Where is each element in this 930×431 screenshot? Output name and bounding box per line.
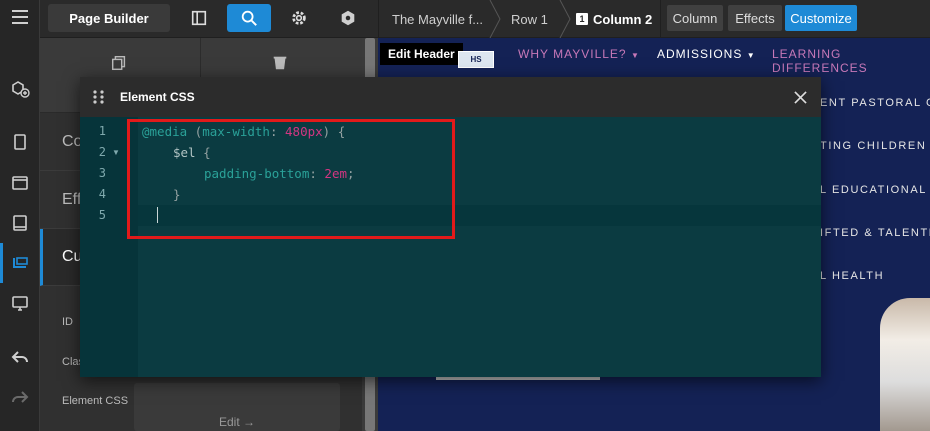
search-icon (241, 10, 257, 26)
menu-item[interactable]: TING CHILDREN & (820, 140, 930, 152)
fold-arrow-icon[interactable]: ▼ (112, 148, 120, 157)
close-button[interactable] (790, 87, 810, 107)
nav-learning-differences[interactable]: LEARNING DIFFERENCES (772, 47, 930, 75)
menu-item[interactable]: IFTED & TALENTE (820, 227, 930, 239)
close-icon (793, 90, 807, 104)
modal-title: Element CSS (120, 90, 195, 104)
edit-header-button[interactable]: Edit Header (380, 43, 463, 65)
gear-icon[interactable] (288, 7, 310, 29)
plugin-logo-icon[interactable] (337, 7, 359, 29)
breadcrumb-column-label: Column 2 (593, 11, 653, 27)
chevron-down-icon: ▼ (746, 51, 756, 60)
left-icon-rail (0, 0, 40, 431)
trash-icon[interactable] (271, 54, 289, 77)
line-number: 1 (98, 124, 106, 138)
element-css-label: Element CSS (62, 395, 129, 407)
search-button[interactable] (227, 4, 271, 32)
edit-css-button[interactable]: Edit → (134, 383, 340, 431)
divider (660, 0, 661, 38)
tab-customize[interactable]: Customize (785, 5, 857, 31)
line-number: 4 (98, 187, 106, 201)
breadcrumb-page[interactable]: The Mayville f... (392, 0, 483, 38)
tab-effects[interactable]: Effects (728, 5, 782, 31)
breadcrumb-separator (489, 0, 501, 38)
breadcrumb-column[interactable]: 1 Column 2 (576, 0, 652, 38)
hero-photo (880, 298, 930, 431)
layout-builder-icon[interactable] (8, 252, 32, 274)
logo-text: HS (470, 55, 482, 64)
responsive-preview-icon[interactable] (8, 292, 32, 314)
breadcrumb-separator (559, 0, 571, 38)
site-logo[interactable]: HS (458, 51, 494, 68)
id-label: ID (62, 316, 73, 328)
tab-column[interactable]: Column (667, 5, 723, 31)
column-number-badge: 1 (576, 13, 588, 25)
nav-label: ADMISSIONS (657, 47, 743, 61)
nav-admissions[interactable]: ADMISSIONS ▼ (657, 47, 756, 61)
chevron-down-icon: ▼ (630, 51, 640, 60)
hamburger-menu-icon[interactable] (8, 6, 32, 28)
modal-header[interactable]: Element CSS (80, 77, 821, 117)
nav-label: WHY MAYVILLE? (518, 47, 627, 61)
scroll-indicator (436, 377, 600, 380)
top-toolbar: Page Builder The Mayville f... Row 1 1 C… (40, 0, 930, 38)
duplicate-icon[interactable] (110, 54, 128, 77)
menu-item[interactable]: L HEALTH (820, 270, 884, 282)
page-builder-button[interactable]: Page Builder (48, 4, 170, 32)
line-number: 2 (98, 145, 106, 159)
line-number: 3 (98, 166, 106, 180)
footer-layout-icon[interactable] (8, 212, 32, 234)
rail-active-indicator (0, 243, 3, 283)
undo-icon[interactable] (8, 346, 32, 368)
breadcrumb-row[interactable]: Row 1 (511, 0, 548, 38)
sidebar-toggle-icon[interactable] (188, 7, 210, 29)
line-number: 5 (98, 208, 106, 222)
menu-item[interactable]: ENT PASTORAL CA (820, 97, 930, 109)
redo-icon[interactable] (8, 386, 32, 408)
divider (378, 0, 379, 38)
drag-handle-icon[interactable] (92, 89, 106, 105)
add-elements-icon[interactable] (8, 78, 32, 100)
nav-why-mayville[interactable]: WHY MAYVILLE? ▼ (518, 47, 640, 61)
menu-item[interactable]: L EDUCATIONAL N (820, 184, 930, 196)
header-layout-icon[interactable] (8, 172, 32, 194)
highlight-box (127, 119, 455, 239)
page-icon[interactable] (8, 131, 32, 153)
